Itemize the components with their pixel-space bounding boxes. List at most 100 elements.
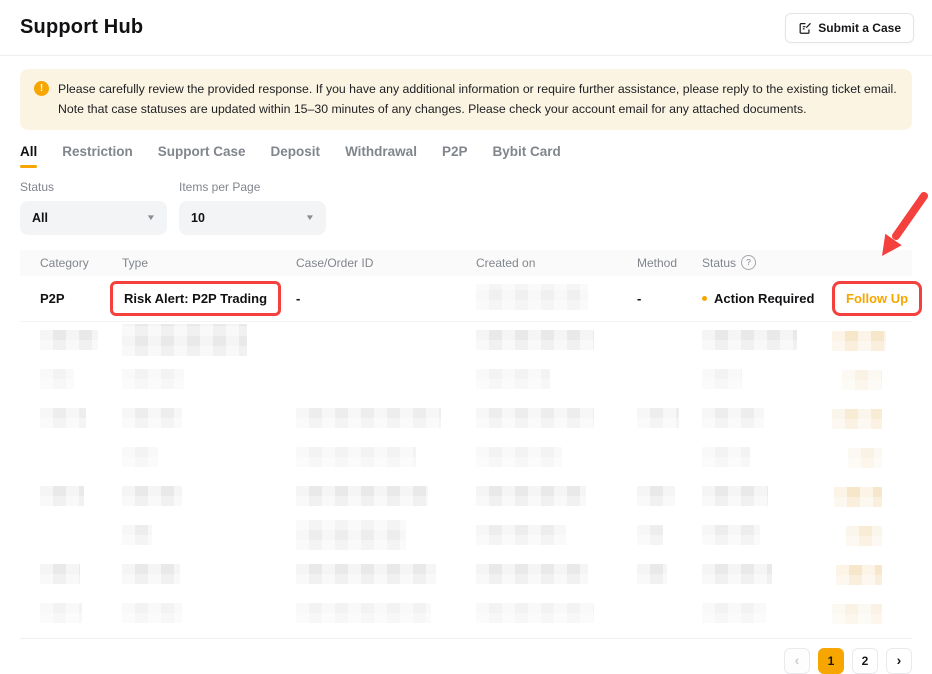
tab-support-case[interactable]: Support Case bbox=[158, 144, 246, 168]
notice-banner: ! Please carefully review the provided r… bbox=[20, 69, 912, 130]
redacted-cell bbox=[122, 603, 296, 626]
redacted-cell bbox=[296, 486, 476, 509]
redacted-block bbox=[296, 520, 406, 550]
redacted-block bbox=[122, 564, 180, 584]
status-filter-select[interactable]: All ▼ bbox=[20, 201, 167, 235]
table-header: Category Type Case/Order ID Created on M… bbox=[20, 250, 912, 276]
submit-case-label: Submit a Case bbox=[818, 21, 901, 35]
redacted-created-on bbox=[476, 284, 588, 310]
redacted-block bbox=[702, 408, 764, 428]
redacted-cell bbox=[832, 565, 912, 585]
redacted-cell bbox=[832, 331, 916, 351]
redacted-block bbox=[296, 447, 416, 467]
items-per-page-group: Items per Page 10 ▼ bbox=[179, 180, 326, 235]
redacted-block bbox=[846, 526, 882, 546]
table-row-redacted bbox=[20, 517, 912, 556]
table-row-redacted bbox=[20, 478, 912, 517]
cases-table: Category Type Case/Order ID Created on M… bbox=[20, 250, 912, 634]
pagination-next-button[interactable]: › bbox=[886, 648, 912, 674]
redacted-cell bbox=[296, 447, 476, 470]
cell-type: Risk Alert: P2P Trading bbox=[122, 281, 296, 316]
tab-all[interactable]: All bbox=[20, 144, 37, 168]
cell-status: Action Required bbox=[702, 291, 832, 306]
cell-action: Follow Up bbox=[832, 281, 932, 316]
redacted-block bbox=[476, 369, 550, 389]
redacted-cell bbox=[476, 330, 637, 353]
redacted-cell bbox=[40, 564, 122, 587]
footer-divider bbox=[20, 638, 912, 639]
tab-withdrawal[interactable]: Withdrawal bbox=[345, 144, 417, 168]
redacted-cell bbox=[122, 369, 296, 392]
annotation-box-follow-up: Follow Up bbox=[832, 281, 922, 316]
redacted-cell bbox=[702, 369, 832, 392]
col-header-status: Status ? bbox=[702, 255, 832, 270]
redacted-block bbox=[476, 525, 566, 545]
redacted-cell bbox=[702, 486, 832, 509]
redacted-block bbox=[296, 564, 436, 584]
redacted-cell bbox=[832, 526, 912, 546]
table-row-redacted bbox=[20, 595, 912, 634]
redacted-cell bbox=[702, 447, 832, 470]
redacted-block bbox=[296, 408, 441, 428]
redacted-block bbox=[122, 486, 182, 506]
pagination-prev-button[interactable]: ‹ bbox=[784, 648, 810, 674]
chevron-down-icon: ▼ bbox=[305, 213, 315, 222]
items-per-page-select[interactable]: 10 ▼ bbox=[179, 201, 326, 235]
filters: Status All ▼ Items per Page 10 ▼ bbox=[20, 180, 912, 235]
redacted-cell bbox=[40, 330, 122, 353]
redacted-cell bbox=[832, 448, 912, 468]
pagination-page-2-button[interactable]: 2 bbox=[852, 648, 878, 674]
topbar: Support Hub Submit a Case bbox=[0, 0, 932, 56]
redacted-block bbox=[637, 525, 663, 545]
redacted-block bbox=[836, 565, 882, 585]
status-filter-value: All bbox=[32, 211, 48, 225]
table-row-redacted bbox=[20, 322, 912, 361]
redacted-cell bbox=[476, 564, 637, 587]
pagination: ‹ 1 2 › bbox=[20, 648, 912, 674]
submit-case-button[interactable]: Submit a Case bbox=[785, 13, 914, 43]
chevron-right-icon: › bbox=[897, 653, 902, 667]
redacted-cell bbox=[637, 564, 702, 587]
redacted-block bbox=[637, 486, 675, 506]
tab-p2p[interactable]: P2P bbox=[442, 144, 468, 168]
redacted-cell bbox=[122, 447, 296, 470]
status-filter-label: Status bbox=[20, 180, 167, 194]
tab-restriction[interactable]: Restriction bbox=[62, 144, 133, 168]
notice-line-1: Please carefully review the provided res… bbox=[58, 79, 897, 99]
col-header-method: Method bbox=[637, 256, 702, 270]
help-icon[interactable]: ? bbox=[741, 255, 756, 270]
redacted-block bbox=[476, 486, 586, 506]
redacted-block bbox=[702, 525, 760, 545]
redacted-block bbox=[834, 487, 882, 507]
category-tabs: All Restriction Support Case Deposit Wit… bbox=[20, 144, 912, 168]
redacted-block bbox=[702, 369, 742, 389]
redacted-block bbox=[832, 409, 882, 429]
redacted-cell bbox=[122, 408, 296, 431]
redacted-block bbox=[122, 447, 158, 467]
redacted-block bbox=[637, 564, 667, 584]
redacted-cell bbox=[40, 486, 122, 509]
redacted-cell bbox=[122, 525, 296, 548]
redacted-cell bbox=[40, 603, 122, 626]
tab-bybit-card[interactable]: Bybit Card bbox=[492, 144, 560, 168]
page-title: Support Hub bbox=[20, 16, 143, 39]
redacted-cell bbox=[637, 525, 702, 548]
cell-created-on bbox=[476, 284, 637, 313]
redacted-block bbox=[122, 525, 152, 545]
warning-icon: ! bbox=[34, 81, 49, 96]
redacted-block bbox=[40, 564, 80, 584]
redacted-cell bbox=[476, 486, 637, 509]
redacted-block bbox=[842, 370, 882, 390]
follow-up-link[interactable]: Follow Up bbox=[846, 291, 908, 306]
tab-deposit[interactable]: Deposit bbox=[271, 144, 321, 168]
redacted-cell bbox=[637, 486, 702, 509]
redacted-block bbox=[122, 369, 184, 389]
items-per-page-value: 10 bbox=[191, 211, 205, 225]
redacted-block bbox=[40, 486, 84, 506]
redacted-cell bbox=[122, 486, 296, 509]
redacted-block bbox=[122, 603, 182, 623]
pagination-page-1-button[interactable]: 1 bbox=[818, 648, 844, 674]
cell-type-label: Risk Alert: P2P Trading bbox=[124, 291, 267, 306]
redacted-cell bbox=[832, 487, 912, 507]
redacted-block bbox=[476, 603, 594, 623]
